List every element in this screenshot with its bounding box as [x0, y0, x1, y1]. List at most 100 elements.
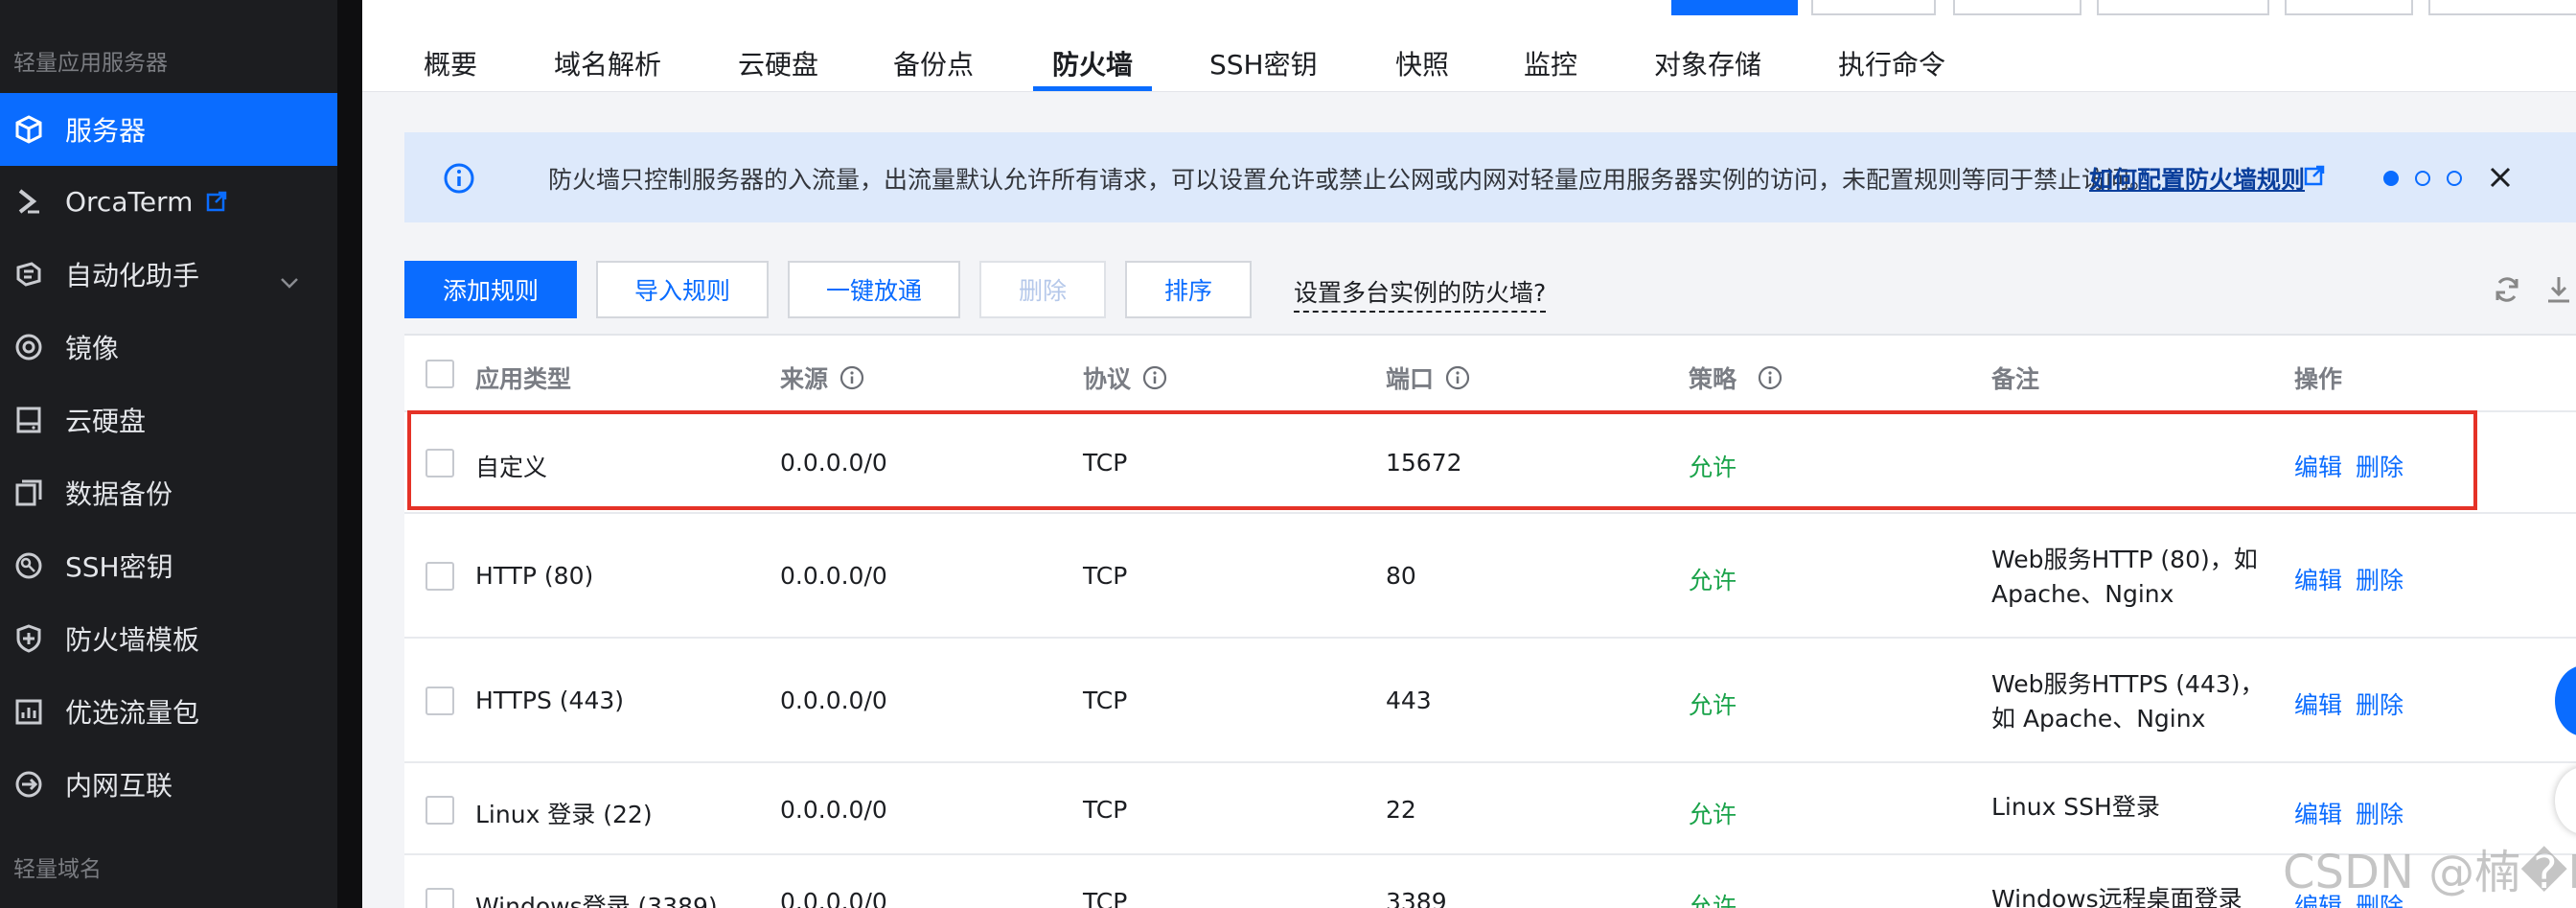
cell-protocol: TCP — [1083, 888, 1128, 908]
tab-run-command[interactable]: 执行命令 — [1838, 44, 1945, 82]
cell-port: 22 — [1386, 796, 1416, 824]
delete-button[interactable]: 删除 — [979, 261, 1106, 318]
delete-link[interactable]: 删除 — [2356, 562, 2404, 596]
close-icon[interactable] — [2484, 161, 2517, 198]
tab-firewall[interactable]: 防火墙 — [1052, 44, 1133, 82]
open-all-button[interactable]: 一键放通 — [788, 261, 960, 318]
sidebar-section-title: 轻量域名 — [13, 857, 102, 882]
sidebar-item-label: 内网互联 — [65, 770, 173, 802]
cell-type: Linux 登录 (22) — [475, 801, 653, 828]
edit-link[interactable]: 编辑 — [2294, 687, 2342, 721]
header-label: 来源 — [780, 365, 829, 393]
carousel-dot[interactable] — [2447, 171, 2462, 186]
edit-link[interactable]: 编辑 — [2294, 796, 2342, 830]
header-protocol: 协议 — [1083, 361, 1167, 395]
sidebar-section-title: 轻量应用服务器 — [13, 51, 168, 76]
top-action-button[interactable] — [2097, 0, 2269, 15]
info-icon[interactable] — [840, 365, 864, 390]
row-checkbox[interactable] — [426, 562, 454, 591]
tab-bar: 概要 域名解析 云硬盘 备份点 防火墙 SSH密钥 快照 监控 对象存储 执行命… — [362, 0, 2576, 92]
server-icon — [13, 114, 44, 145]
sidebar-item-images[interactable]: 镜像 — [0, 311, 337, 384]
info-icon[interactable] — [1142, 365, 1167, 390]
sidebar-item-automation[interactable]: 自动化助手 — [0, 238, 337, 311]
terminal-icon — [13, 186, 44, 217]
cell-note: 如 Apache、Nginx — [1991, 705, 2206, 733]
table-row: HTTPS (443) 0.0.0.0/0 TCP 443 允许 Web服务HT… — [404, 639, 2576, 763]
cell-type: HTTP (80) — [475, 562, 594, 590]
select-all-checkbox[interactable] — [426, 360, 454, 388]
external-link-icon — [206, 191, 227, 212]
cell-source: 0.0.0.0/0 — [780, 562, 887, 590]
cell-note: Windows远程桌面登录 — [1991, 885, 2242, 908]
header-port: 端口 — [1386, 361, 1470, 395]
cell-type: HTTPS (443) — [475, 687, 625, 714]
add-rule-button[interactable]: 添加规则 — [404, 261, 577, 318]
sidebar-item-label: 数据备份 — [65, 478, 173, 510]
cell-policy: 允许 — [1689, 567, 1737, 594]
delete-link[interactable]: 删除 — [2356, 796, 2404, 830]
tab-overview[interactable]: 概要 — [424, 44, 477, 82]
sidebar-item-orcaterm[interactable]: OrcaTerm — [0, 165, 337, 238]
cell-note: Linux SSH登录 — [1991, 793, 2160, 821]
sidebar-item-traffic-packages[interactable]: 优选流量包 — [0, 675, 337, 748]
sidebar-item-servers[interactable]: 服务器 — [0, 93, 337, 166]
sidebar-item-disks[interactable]: 云硬盘 — [0, 384, 337, 456]
cell-policy: 允许 — [1689, 801, 1737, 828]
top-action-button[interactable] — [1953, 0, 2082, 15]
table-row: Windows登录 (3389) 0.0.0.0/0 TCP 3389 允许 W… — [404, 855, 2576, 908]
sidebar-item-firewall-templates[interactable]: 防火墙模板 — [0, 602, 337, 675]
cell-source: 0.0.0.0/0 — [780, 796, 887, 824]
tab-object-storage[interactable]: 对象存储 — [1654, 44, 1761, 82]
row-checkbox[interactable] — [426, 796, 454, 825]
carousel-dot[interactable] — [2415, 171, 2430, 186]
sidebar-scrollbar[interactable] — [337, 0, 362, 908]
network-icon — [13, 769, 44, 800]
refresh-icon[interactable] — [2492, 274, 2522, 309]
tab-dns[interactable]: 域名解析 — [554, 44, 661, 82]
cell-note: Web服务HTTPS (443)， — [1991, 670, 2265, 698]
sort-button[interactable]: 排序 — [1125, 261, 1252, 318]
info-icon — [443, 162, 475, 198]
header-note: 备注 — [1991, 361, 2039, 395]
cell-port: 80 — [1386, 562, 1416, 590]
multi-instance-firewall-link[interactable]: 设置多台实例的防火墙? — [1294, 274, 1547, 313]
tab-snapshots[interactable]: 快照 — [1395, 44, 1449, 82]
info-icon[interactable] — [1758, 365, 1782, 390]
carousel-dot[interactable] — [2383, 171, 2399, 186]
tab-backups[interactable]: 备份点 — [893, 44, 974, 82]
table-header: 应用类型 来源 协议 端口 策略 备注 操作 — [404, 336, 2576, 412]
sidebar-item-ssh-keys[interactable]: SSH密钥 — [0, 529, 337, 602]
top-action-button[interactable] — [2428, 0, 2576, 15]
sidebar-item-label: 优选流量包 — [65, 697, 200, 729]
sidebar: 轻量应用服务器 服务器 OrcaTerm 自动化助手 镜像 云硬盘 数据备份 S… — [0, 0, 337, 908]
top-action-button[interactable] — [1671, 0, 1798, 15]
import-rules-button[interactable]: 导入规则 — [596, 261, 769, 318]
tab-monitoring[interactable]: 监控 — [1524, 44, 1577, 82]
top-action-button[interactable] — [1811, 0, 1936, 15]
info-icon[interactable] — [1445, 365, 1470, 390]
sidebar-item-label: OrcaTerm — [65, 185, 194, 218]
sidebar-item-label: 云硬盘 — [65, 406, 147, 437]
sidebar-item-intranet[interactable]: 内网互联 — [0, 748, 337, 821]
cell-protocol: TCP — [1083, 687, 1128, 714]
external-link-icon[interactable] — [2304, 165, 2325, 190]
download-icon[interactable] — [2543, 274, 2574, 309]
table-row: HTTP (80) 0.0.0.0/0 TCP 80 允许 Web服务HTTP … — [404, 514, 2576, 639]
cell-source: 0.0.0.0/0 — [780, 888, 887, 908]
row-checkbox[interactable] — [426, 888, 454, 908]
chevron-down-icon[interactable] — [280, 265, 299, 296]
header-policy: 策略 — [1689, 361, 1782, 395]
firewall-help-link[interactable]: 如何配置防火墙规则 — [2089, 161, 2305, 196]
sidebar-item-backup[interactable]: 数据备份 — [0, 456, 337, 529]
edit-link[interactable]: 编辑 — [2294, 562, 2342, 596]
header-label: 协议 — [1083, 365, 1132, 393]
sidebar-item-label: 服务器 — [65, 115, 147, 147]
tab-disks[interactable]: 云硬盘 — [738, 44, 818, 82]
top-action-button[interactable] — [2285, 0, 2413, 15]
row-checkbox[interactable] — [426, 687, 454, 715]
header-label: 端口 — [1386, 365, 1435, 393]
delete-link[interactable]: 删除 — [2356, 687, 2404, 721]
cell-port: 3389 — [1386, 888, 1447, 908]
tab-ssh-keys[interactable]: SSH密钥 — [1209, 44, 1318, 82]
